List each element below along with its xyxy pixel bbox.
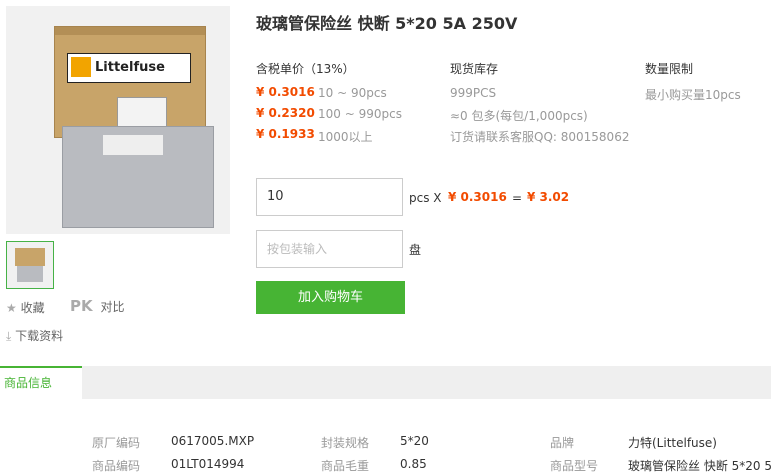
spec-key: 商品型号 <box>550 459 599 473</box>
add-to-cart-button[interactable]: 加入购物车 <box>256 281 405 314</box>
bag-label <box>103 135 163 155</box>
stock-quantity: 999PCS <box>450 86 497 100</box>
tab-product-info[interactable]: 商品信息 <box>0 366 82 399</box>
spec-value: 5*20 <box>400 434 429 448</box>
price-range-2: 100 ~ 990pcs <box>318 107 402 121</box>
order-total: ¥ 3.02 <box>527 190 570 204</box>
price-range-3: 1000以上 <box>318 130 373 144</box>
spec-key: 品牌 <box>550 436 575 450</box>
product-box-illustration: Littelfuse <box>54 26 206 138</box>
tab-bar <box>0 366 771 399</box>
product-thumbnail[interactable] <box>6 241 54 289</box>
pack-quantity-input[interactable]: 按包装输入 <box>256 230 403 268</box>
brand-logo: Littelfuse <box>67 53 191 83</box>
brand-logo-text: Littelfuse <box>95 60 165 75</box>
spec-value: 玻璃管保险丝 快断 5*20 5... <box>628 459 771 473</box>
thumb-box <box>15 248 45 266</box>
spec-value: 01LT014994 <box>171 457 245 471</box>
stock-contact: 订货请联系客服QQ: 800158062 <box>450 130 630 144</box>
unit-label: pcs X <box>409 191 442 205</box>
equals-sign: = <box>512 191 523 205</box>
thumb-bag <box>17 266 43 282</box>
fuse-bag-illustration <box>62 126 214 228</box>
spec-key: 封装规格 <box>321 436 370 450</box>
compare-label: 对比 <box>100 300 125 314</box>
download-icon: ⤓ <box>6 329 12 343</box>
box-barcode-label <box>117 97 167 129</box>
pk-icon: PK <box>70 297 93 315</box>
price-tier-3: ¥ 0.1933 <box>256 127 315 141</box>
price-header: 含税单价（13%） <box>256 62 355 76</box>
product-main-image[interactable]: Littelfuse <box>6 6 230 234</box>
stock-package: ≈0 包多(每包/1,000pcs) <box>450 109 588 123</box>
price-tier-1: ¥ 0.3016 <box>256 85 315 99</box>
quantity-input[interactable]: 10 <box>256 178 403 216</box>
spec-key: 商品毛重 <box>321 459 370 473</box>
price-tier-2: ¥ 0.2320 <box>256 106 315 120</box>
product-title: 玻璃管保险丝 快断 5*20 5A 250V <box>256 14 518 33</box>
spec-value: 0.85 <box>400 457 427 471</box>
spec-key: 原厂编码 <box>92 436 141 450</box>
stock-header: 现货库存 <box>450 62 499 76</box>
favorite-label: 收藏 <box>20 301 45 315</box>
favorite-button[interactable]: ★ 收藏 <box>6 299 45 316</box>
littelfuse-mark-icon <box>71 57 91 77</box>
limit-text: 最小购买量10pcs <box>645 88 741 102</box>
spec-key: 商品编码 <box>92 459 141 473</box>
download-label: 下载资料 <box>15 329 64 343</box>
box-lid <box>55 27 205 35</box>
order-unit-price: ¥ 0.3016 <box>448 190 507 204</box>
price-range-1: 10 ~ 90pcs <box>318 86 387 100</box>
spec-value: 0617005.MXP <box>171 434 255 448</box>
compare-button[interactable]: PK 对比 <box>70 297 124 315</box>
limit-header: 数量限制 <box>645 62 694 76</box>
pack-unit-label: 盘 <box>409 243 422 257</box>
download-button[interactable]: ⤓ 下载资料 <box>6 327 63 344</box>
spec-value: 力特(Littelfuse) <box>628 436 717 450</box>
star-icon: ★ <box>6 301 17 315</box>
